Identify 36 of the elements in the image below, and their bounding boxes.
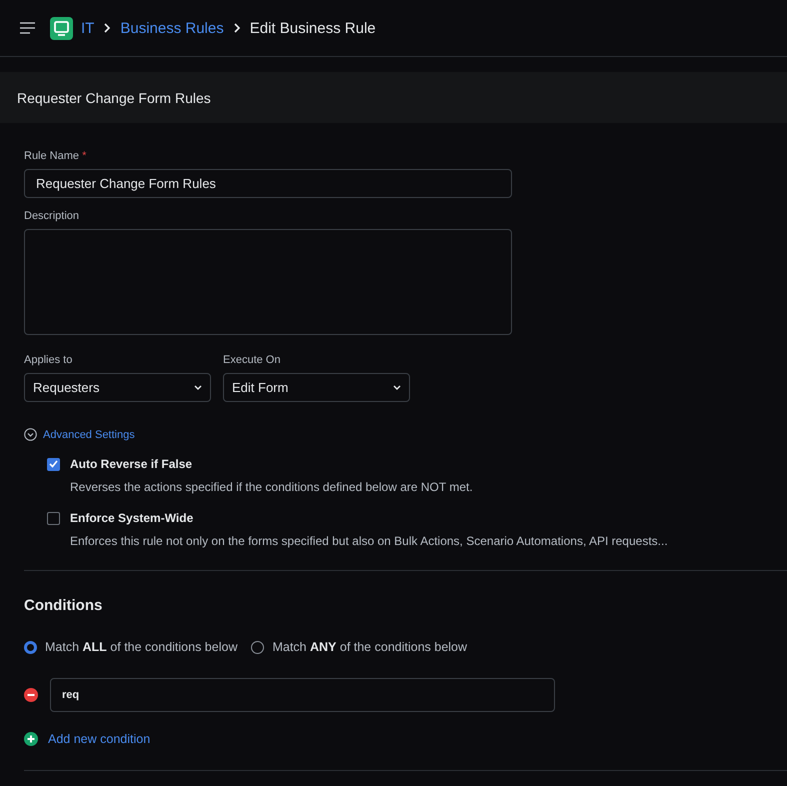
chevron-down-icon bbox=[393, 385, 401, 390]
option-hint: Reverses the actions specified if the conditions defined below are NOT met. bbox=[70, 480, 474, 494]
toggle-circle-icon[interactable] bbox=[24, 428, 37, 441]
radio-button[interactable] bbox=[24, 640, 37, 654]
monitor-icon bbox=[50, 16, 73, 40]
add-icon[interactable] bbox=[24, 732, 38, 746]
chevron-down-icon bbox=[194, 385, 202, 390]
radio-label: Match ALL of the conditions below bbox=[45, 640, 238, 654]
page-title: Edit Business Rule bbox=[250, 20, 376, 36]
remove-icon[interactable] bbox=[24, 688, 38, 702]
select-field[interactable]: Requesters bbox=[24, 373, 211, 402]
chevron-icon bbox=[232, 23, 242, 33]
advanced-settings-link[interactable]: Advanced Settings bbox=[43, 428, 135, 440]
field-label: Applies to bbox=[24, 354, 72, 366]
option-label: Auto Reverse if False bbox=[70, 457, 194, 471]
section-title: Requester Change Form Rules bbox=[17, 90, 211, 106]
option-label: Enforce System-Wide bbox=[70, 511, 194, 525]
section-heading: Conditions bbox=[24, 597, 104, 614]
field-label: Description bbox=[24, 210, 80, 222]
option-hint: Enforces this rule not only on the forms specified but also on Bulk Actions, Scenario Automations, API requests... bbox=[70, 534, 669, 548]
checkbox[interactable] bbox=[47, 512, 60, 524]
field-label: Execute On bbox=[223, 354, 280, 366]
radio-button[interactable] bbox=[251, 640, 264, 654]
condition-field[interactable]: req bbox=[50, 678, 555, 712]
checkbox[interactable] bbox=[47, 458, 60, 470]
field-label: Rule Name bbox=[24, 150, 80, 162]
breadcrumb-link[interactable]: Business Rules bbox=[120, 20, 224, 36]
radio-label: Match ANY of the conditions below bbox=[272, 640, 468, 654]
chevron-icon bbox=[102, 23, 112, 33]
add-condition-link[interactable]: Add new condition bbox=[48, 732, 150, 746]
menu-icon[interactable] bbox=[19, 22, 36, 34]
rule-name-field[interactable]: Requester Change Form Rules bbox=[24, 169, 512, 198]
required-mark: * bbox=[82, 150, 86, 162]
select-field[interactable]: Edit Form bbox=[223, 373, 410, 402]
breadcrumb-link[interactable]: IT bbox=[81, 20, 94, 36]
description-field[interactable] bbox=[24, 229, 512, 335]
